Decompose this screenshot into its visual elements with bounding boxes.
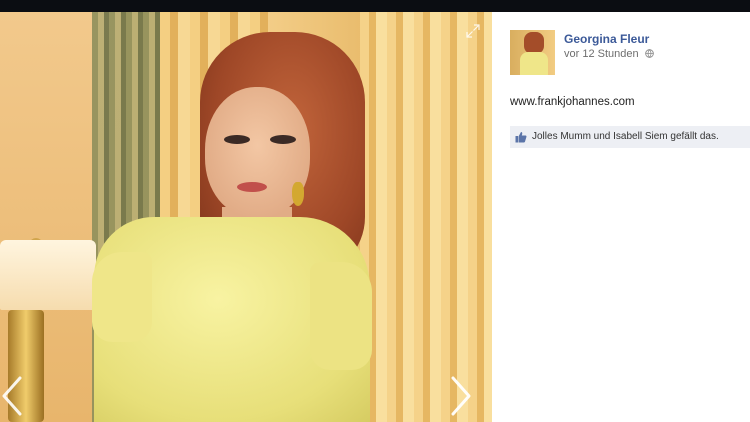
author-name-link[interactable]: Georgina Fleur (564, 32, 649, 46)
thumbs-up-icon (515, 132, 527, 143)
photo-lamp-shade (0, 240, 96, 310)
photo-subject-lips (237, 182, 267, 192)
post-caption-link[interactable]: www.frankjohannes.com (510, 96, 635, 108)
next-photo-button[interactable] (448, 374, 474, 418)
likes-summary: Jolles Mumm und Isabell Siem gefällt das… (510, 126, 750, 148)
photo-subject-earring (292, 182, 304, 206)
photo-sidebar: Georgina Fleur vor 12 Stunden www.frankj… (492, 12, 750, 422)
likes-text: Jolles Mumm und Isabell Siem gefällt das… (532, 131, 719, 142)
photo-subject-sleeve (310, 262, 372, 370)
chevron-left-icon (2, 376, 22, 416)
chevron-right-icon (451, 376, 471, 416)
photo[interactable] (0, 12, 492, 422)
expand-icon[interactable] (466, 24, 480, 38)
globe-icon (644, 49, 654, 58)
avatar-hair (524, 32, 544, 54)
previous-photo-button[interactable] (0, 374, 26, 418)
author-avatar[interactable] (510, 30, 555, 75)
avatar-shirt (520, 52, 548, 75)
photo-viewer: Georgina Fleur vor 12 Stunden www.frankj… (0, 12, 750, 422)
post-timestamp-text: vor 12 Stunden (564, 48, 639, 60)
top-bar (0, 0, 750, 12)
photo-curtain (360, 12, 492, 422)
photo-subject-sleeve (92, 252, 152, 342)
photo-subject-eye (270, 135, 296, 144)
post-timestamp[interactable]: vor 12 Stunden (564, 48, 654, 60)
photo-subject-eye (224, 135, 250, 144)
